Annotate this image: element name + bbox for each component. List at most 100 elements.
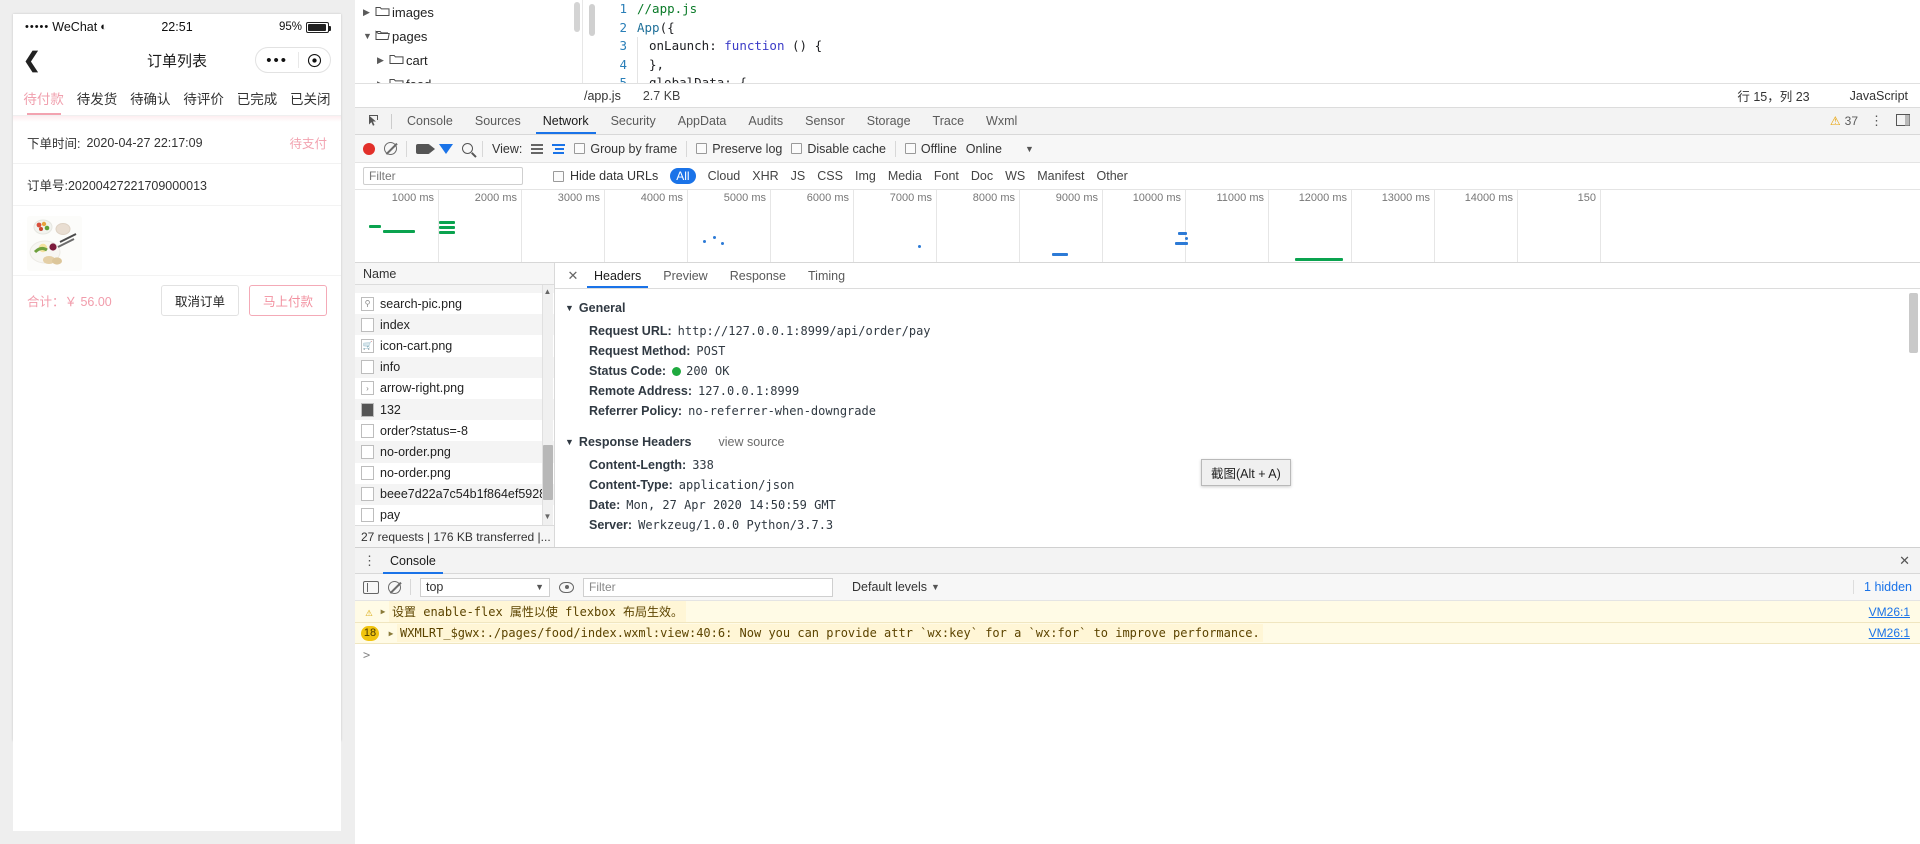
tab-pending-confirm[interactable]: 待确认 [124,80,177,115]
detail-tab-timing[interactable]: Timing [797,263,856,288]
disable-cache-checkbox[interactable]: Disable cache [791,142,886,156]
request-list[interactable]: Name ⚲ search-pic.png index 🛒 icon-cart.… [355,263,555,547]
file-tree[interactable]: ▶ images ▼ pages ▶ cart [355,0,583,83]
list-item[interactable]: › arrow-right.png [355,378,554,399]
drawer-tab-console[interactable]: Console [379,548,447,574]
console-message-warning[interactable]: 18 ▶ WXMLRT_$gwx:./pages/food/index.wxml… [355,623,1920,644]
capture-screenshots-icon[interactable] [416,143,435,154]
chevron-right-icon[interactable]: ▶ [363,7,375,18]
list-item[interactable]: beee7d22a7c54b1f864ef5928 [355,483,554,505]
general-section-title[interactable]: ▼ General [565,301,1920,315]
chevron-right-icon[interactable]: ▶ [377,55,389,66]
list-view-icon[interactable] [531,143,544,154]
tab-audits[interactable]: Audits [737,108,794,134]
list-item[interactable]: 🛒 icon-cart.png [355,335,554,356]
type-filter-all[interactable]: All [670,168,696,184]
chevron-down-icon[interactable]: ▼ [535,582,544,592]
target-icon[interactable] [299,53,330,68]
console-message-warning[interactable]: ⚠ ▶ 设置 enable-flex 属性以使 flexbox 布局生效。 VM… [355,601,1920,623]
type-filter-doc[interactable]: Doc [971,169,993,183]
offline-checkbox[interactable]: Offline [904,142,957,156]
network-filter-row[interactable]: Filter Hide data URLs All Cloud XHR JS C… [355,163,1920,190]
chevron-down-icon[interactable]: ▼ [1025,144,1034,154]
close-icon[interactable]: ✕ [563,268,583,284]
scrollbar-thumb[interactable] [543,445,553,500]
log-levels-selector[interactable]: Default levels ▼ [852,580,940,594]
filter-icon[interactable] [439,143,453,154]
chevron-down-icon[interactable]: ▼ [565,303,574,313]
list-item[interactable]: no-order.png [355,441,554,463]
tab-appdata[interactable]: AppData [667,108,738,134]
filter-input[interactable]: Filter [363,167,523,185]
pay-now-button[interactable]: 马上付款 [248,285,327,316]
clear-icon[interactable] [384,142,397,155]
tab-wxml[interactable]: Wxml [975,108,1028,134]
tab-completed[interactable]: 已完成 [230,80,283,115]
console-message-source[interactable]: VM26:1 [1869,605,1920,619]
inspect-element-icon[interactable] [361,114,387,128]
hide-data-urls-checkbox[interactable]: Hide data URLs [553,169,658,183]
live-expression-icon[interactable] [559,581,574,593]
tab-closed[interactable]: 已关闭 [284,80,337,115]
checkbox-icon[interactable] [696,143,708,154]
console-toolbar[interactable]: top ▼ Filter Default levels ▼ 1 hidden [355,574,1920,601]
search-icon[interactable] [462,143,473,154]
chevron-down-icon[interactable]: ▼ [931,582,940,592]
preserve-log-checkbox[interactable]: Preserve log [696,142,782,156]
record-button[interactable] [363,142,375,155]
chevron-right-icon[interactable]: ▶ [377,79,389,84]
console-message-source[interactable]: VM26:1 [1869,626,1920,640]
tab-console[interactable]: Console [396,108,464,134]
list-item[interactable]: info [355,356,554,378]
throttling-value[interactable]: Online [966,142,1002,156]
tab-sensor[interactable]: Sensor [794,108,856,134]
tab-pending-shipment[interactable]: 待发货 [70,80,123,115]
context-selector[interactable]: top ▼ [420,577,550,597]
checkbox-icon[interactable] [553,170,564,182]
language-mode-label[interactable]: JavaScript [1850,89,1908,103]
checkbox-icon[interactable] [904,143,916,154]
type-filter-xhr[interactable]: XHR [752,169,778,183]
file-tree-item-food[interactable]: ▶ food [355,72,582,83]
warning-count-chip[interactable]: ⚠ 37 [1830,114,1858,128]
list-item[interactable]: order?status=-8 [355,420,554,441]
tab-sources[interactable]: Sources [464,108,532,134]
detail-tab-headers[interactable]: Headers [583,263,652,288]
detail-tab-preview[interactable]: Preview [652,263,718,288]
network-overview-timeline[interactable]: 1000 ms 2000 ms 3000 ms 4000 ms 5000 ms … [355,190,1920,263]
type-filter-other[interactable]: Other [1097,169,1128,183]
console-drawer-header[interactable]: ⋮ Console ✕ [355,548,1920,574]
file-tree-item-pages[interactable]: ▼ pages [355,24,582,48]
console-filter-input[interactable]: Filter [583,577,833,597]
file-tree-item-images[interactable]: ▶ images [355,0,582,24]
scroll-down-icon[interactable]: ▼ [542,512,553,523]
type-filter-ws[interactable]: WS [1005,169,1025,183]
code-editor[interactable]: 1 //app.js 2 App({ 3 onLaunch: function … [583,0,1920,83]
hidden-count-label[interactable]: 1 hidden [1853,580,1912,594]
scroll-up-icon[interactable]: ▲ [542,287,553,298]
tab-pending-review[interactable]: 待评价 [177,80,230,115]
close-icon[interactable]: ✕ [1899,553,1920,569]
list-item[interactable]: ⚲ search-pic.png [355,293,554,314]
list-item-selected[interactable]: pay [355,504,554,525]
type-filter-cloud[interactable]: Cloud [708,169,741,183]
clear-console-icon[interactable] [388,580,401,594]
detail-tab-response[interactable]: Response [719,263,797,288]
more-dots-icon[interactable]: ••• [256,53,298,68]
chevron-down-icon[interactable]: ▼ [363,31,375,41]
detail-tabbar[interactable]: ✕ Headers Preview Response Timing [555,263,1920,289]
chevron-down-icon[interactable]: ▼ [565,437,574,447]
type-filter-media[interactable]: Media [888,169,922,183]
file-tree-scrollbar[interactable] [574,2,580,32]
console-prompt[interactable]: > [355,644,1920,666]
waterfall-view-icon[interactable] [552,143,566,154]
list-item[interactable]: 132 [355,398,554,421]
expand-arrow-icon[interactable]: ▶ [377,607,389,616]
file-tree-item-cart[interactable]: ▶ cart [355,48,582,72]
devtools-tabbar[interactable]: Console Sources Network Security AppData… [355,108,1920,135]
wechat-capsule-button[interactable]: ••• [255,47,331,73]
kebab-menu-icon[interactable]: ⋮ [361,553,379,569]
network-toolbar[interactable]: View: Group by frame Preserve log Disabl… [355,135,1920,163]
cancel-order-button[interactable]: 取消订单 [160,285,239,316]
response-headers-section-title[interactable]: ▼ Response Headers view source [565,435,1920,449]
